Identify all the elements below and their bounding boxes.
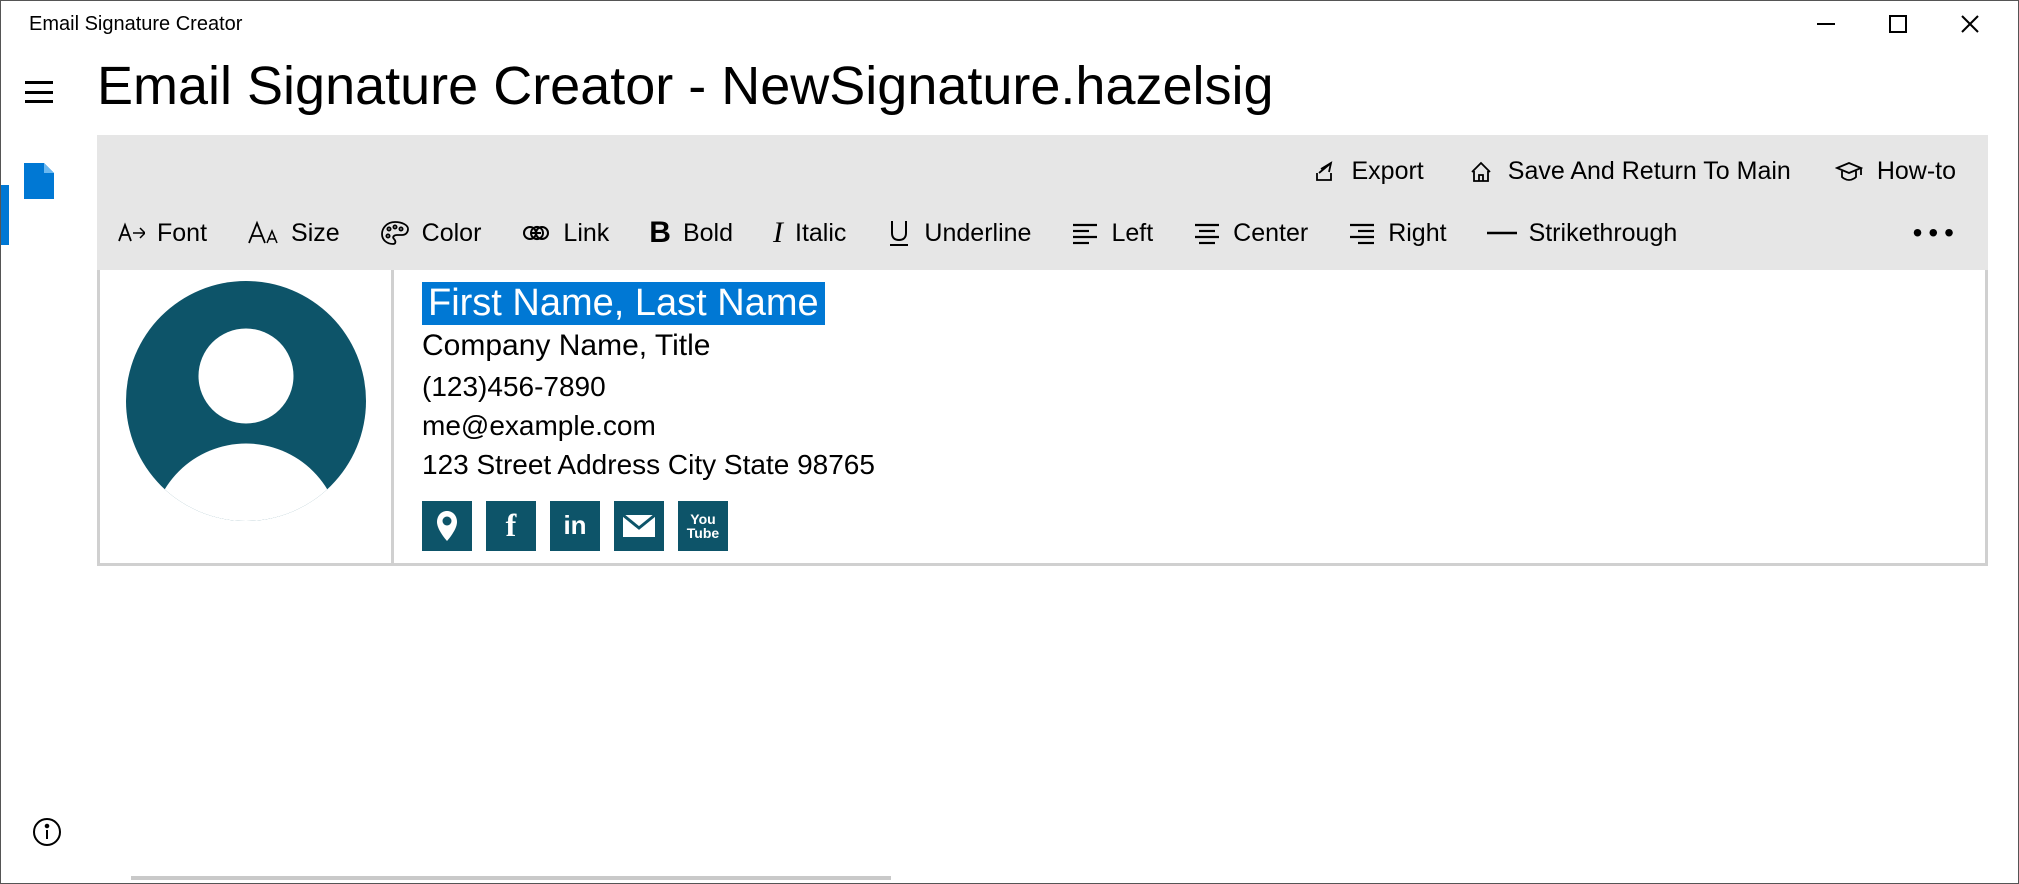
color-label: Color [422,219,482,248]
underline-button[interactable]: Underline [886,218,1031,248]
underline-label: Underline [924,219,1031,248]
file-tab[interactable] [22,161,56,206]
close-button[interactable] [1958,12,1982,36]
facebook-icon[interactable]: f [486,501,536,551]
font-label: Font [157,219,207,248]
bold-icon: B [649,216,671,250]
avatar-icon[interactable] [121,276,371,531]
align-left-label: Left [1111,219,1153,248]
about-button[interactable] [31,816,63,853]
font-icon [115,219,145,247]
home-icon [1468,159,1494,185]
align-left-icon [1071,221,1099,245]
align-center-label: Center [1233,219,1308,248]
more-icon: ••• [1913,217,1960,249]
page-title: Email Signature Creator - NewSignature.h… [97,55,1988,117]
howto-button[interactable]: How-to [1835,157,1956,186]
bold-button[interactable]: B Bold [649,216,733,250]
menu-button[interactable] [25,81,53,103]
export-icon [1312,159,1338,185]
howto-label: How-to [1877,157,1956,186]
linkedin-icon[interactable]: in [550,501,600,551]
maximize-button[interactable] [1886,12,1910,36]
link-label: Link [563,219,609,248]
window-title: Email Signature Creator [29,13,242,36]
size-button[interactable]: Size [247,219,340,248]
align-center-button[interactable]: Center [1193,219,1308,248]
sidebar [1,47,77,883]
bold-label: Bold [683,219,733,248]
align-right-label: Right [1388,219,1446,248]
align-center-icon [1193,221,1221,245]
more-button[interactable]: ••• [1913,217,1960,249]
link-icon [521,222,551,244]
export-button[interactable]: Export [1312,157,1424,186]
strike-icon [1487,228,1517,238]
save-return-label: Save And Return To Main [1508,157,1791,186]
size-icon [247,219,279,247]
align-right-icon [1348,221,1376,245]
main-area: Email Signature Creator - NewSignature.h… [77,47,2018,883]
underline-icon [886,218,912,248]
color-button[interactable]: Color [380,219,482,248]
italic-icon: I [773,216,783,250]
palette-icon [380,219,410,247]
ribbon: Export Save And Return To Main [97,135,1988,270]
youtube-icon[interactable]: You Tube [678,501,728,551]
italic-button[interactable]: I Italic [773,216,846,250]
graduation-icon [1835,159,1863,185]
signature-email[interactable]: me@example.com [422,406,1957,445]
ribbon-toolbar: Font Size [97,202,1988,270]
titlebar: Email Signature Creator [1,1,2018,47]
italic-label: Italic [795,219,846,248]
active-tab-indicator [1,185,9,245]
save-return-button[interactable]: Save And Return To Main [1468,157,1791,186]
window-controls [1814,12,2018,36]
font-button[interactable]: Font [115,219,207,248]
signature-name[interactable]: First Name, Last Name [422,282,825,325]
align-left-button[interactable]: Left [1071,219,1153,248]
align-right-button[interactable]: Right [1348,219,1446,248]
social-icons-row: f in You Tube [422,501,1957,551]
location-icon[interactable] [422,501,472,551]
mail-icon[interactable] [614,501,664,551]
signature-preview: First Name, Last Name Company Name, Titl… [97,270,1988,566]
signature-address[interactable]: 123 Street Address City State 98765 [422,445,1957,484]
minimize-button[interactable] [1814,12,1838,36]
horizontal-scrollbar[interactable] [131,876,891,880]
strike-label: Strikethrough [1529,219,1678,248]
link-button[interactable]: Link [521,219,609,248]
signature-text-panel[interactable]: First Name, Last Name Company Name, Titl… [394,270,1985,563]
strike-button[interactable]: Strikethrough [1487,219,1678,248]
export-label: Export [1352,157,1424,186]
avatar-panel [100,270,394,563]
size-label: Size [291,219,340,248]
signature-phone[interactable]: (123)456-7890 [422,367,1957,406]
ribbon-top-row: Export Save And Return To Main [97,135,1988,202]
signature-company[interactable]: Company Name, Title [422,325,1957,367]
